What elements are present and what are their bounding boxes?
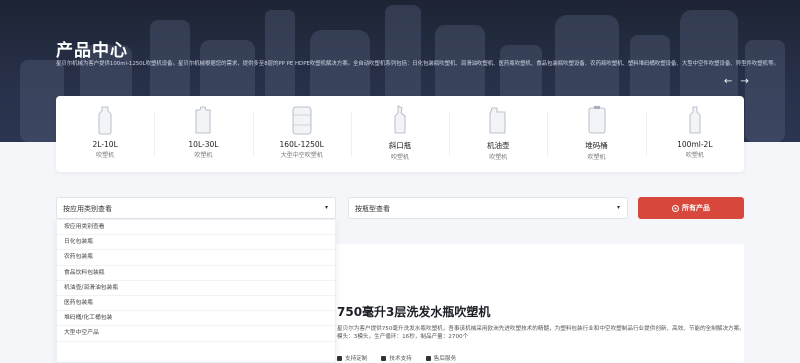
dropdown-item[interactable]: 堆码桶/化工桶包装 xyxy=(57,311,335,327)
category-name: 10L-30L xyxy=(188,140,219,149)
bottle-2l-icon xyxy=(98,106,112,135)
dropdown-item[interactable]: 大型中空产品 xyxy=(57,326,335,342)
stacking-bucket-icon xyxy=(588,106,605,134)
dropdown-item[interactable]: 机油壶/润滑油包装瓶 xyxy=(57,281,335,296)
category-name: 机油壶 xyxy=(487,141,510,150)
category-name: 斜口瓶 xyxy=(388,141,412,150)
application-select-label: 按应用类别查看 xyxy=(63,205,112,213)
all-products-button[interactable]: 所有产品 xyxy=(638,197,744,219)
category-2l-10l[interactable]: 2L-10L 吹塑机 xyxy=(56,96,154,172)
category-10l-30l[interactable]: 10L-30L 吹塑机 xyxy=(154,96,252,172)
support-icon xyxy=(381,356,387,361)
oil-can-icon xyxy=(489,107,506,134)
category-sub: 吹塑机 xyxy=(390,154,409,161)
dropdown-item[interactable]: 食品饮料包装瓶 xyxy=(57,266,335,281)
grid-icon xyxy=(672,204,679,212)
category-slanted-bottle[interactable]: 斜口瓶 吹塑机 xyxy=(350,96,449,172)
category-name: 堆码桶 xyxy=(585,141,608,150)
filter-bar: 按应用类别查看 ▾ 按瓶型查看 ▾ 所有产品 xyxy=(56,197,744,219)
all-products-label: 所有产品 xyxy=(682,204,710,212)
category-stacking-bucket[interactable]: 堆码桶 吹塑机 xyxy=(547,96,645,172)
product-description: 星贝尔为客户提供750毫升洗发水瓶吹塑机，吾事该机械采用欧洲先进吹塑技术的精髓，… xyxy=(337,326,745,340)
category-sub: 吹塑机 xyxy=(489,154,508,161)
dropdown-item[interactable]: 农药包装瓶 xyxy=(57,250,335,266)
category-sub: 大型中空吹塑机 xyxy=(280,152,323,159)
product-tags: 支持定制 技术支持 售后服务 xyxy=(337,354,456,362)
tag-tech-support: 技术支持 xyxy=(381,354,412,362)
category-100ml-2l[interactable]: 100ml-2L 吹塑机 xyxy=(645,96,744,172)
check-icon xyxy=(337,356,342,361)
category-sub: 吹塑机 xyxy=(685,152,704,159)
category-sub: 吹塑机 xyxy=(587,154,606,161)
category-name: 100ml-2L xyxy=(677,140,713,149)
chevron-down-icon: ▾ xyxy=(324,204,328,211)
dropdown-item[interactable]: 医药包装瓶 xyxy=(57,296,335,312)
arrow-left-icon[interactable]: ← xyxy=(724,76,732,87)
hero-description: 星贝尔机械为客户提供100ml-1250L吹塑机设备。星贝尔机械根据您的需求，提… xyxy=(56,61,776,67)
hero-carousel-controls: ← → xyxy=(724,76,749,87)
slanted-bottle-icon xyxy=(394,105,406,134)
application-dropdown-menu: 按应用类别查看 日化包装瓶 农药包装瓶 食品饮料包装瓶 机油壶/润滑油包装瓶 医… xyxy=(56,219,336,363)
category-name: 160L-1250L xyxy=(279,140,324,149)
small-bottle-icon xyxy=(689,106,701,134)
category-160l-1250l[interactable]: 160L-1250L 大型中空吹塑机 xyxy=(252,96,351,172)
service-icon xyxy=(425,356,431,361)
dropdown-item[interactable]: 日化包装瓶 xyxy=(57,235,335,251)
bottle-type-select[interactable]: 按瓶型查看 ▾ xyxy=(348,197,628,219)
category-sub: 吹塑机 xyxy=(194,152,213,159)
dropdown-item[interactable]: 按应用类别查看 xyxy=(57,220,335,236)
tag-after-sales: 售后服务 xyxy=(425,354,456,362)
category-oil-can[interactable]: 机油壶 吹塑机 xyxy=(449,96,547,172)
application-select[interactable]: 按应用类别查看 ▾ xyxy=(56,197,336,219)
bottle-type-select-label: 按瓶型查看 xyxy=(355,205,390,213)
jerrycan-icon xyxy=(196,106,211,134)
page-title: 产品中心 xyxy=(56,41,128,61)
product-title[interactable]: 750毫升3层洗发水瓶吹塑机 xyxy=(337,303,490,320)
category-name: 2L-10L xyxy=(92,140,118,149)
arrow-right-icon[interactable]: → xyxy=(740,76,748,87)
category-sub: 吹塑机 xyxy=(96,152,115,159)
chevron-down-icon: ▾ xyxy=(616,204,620,211)
tag-customization: 支持定制 xyxy=(337,354,367,362)
category-bar: 2L-10L 吹塑机 10L-30L 吹塑机 160L-1250L 大型中空吹塑… xyxy=(56,96,744,172)
drum-icon xyxy=(292,106,312,135)
